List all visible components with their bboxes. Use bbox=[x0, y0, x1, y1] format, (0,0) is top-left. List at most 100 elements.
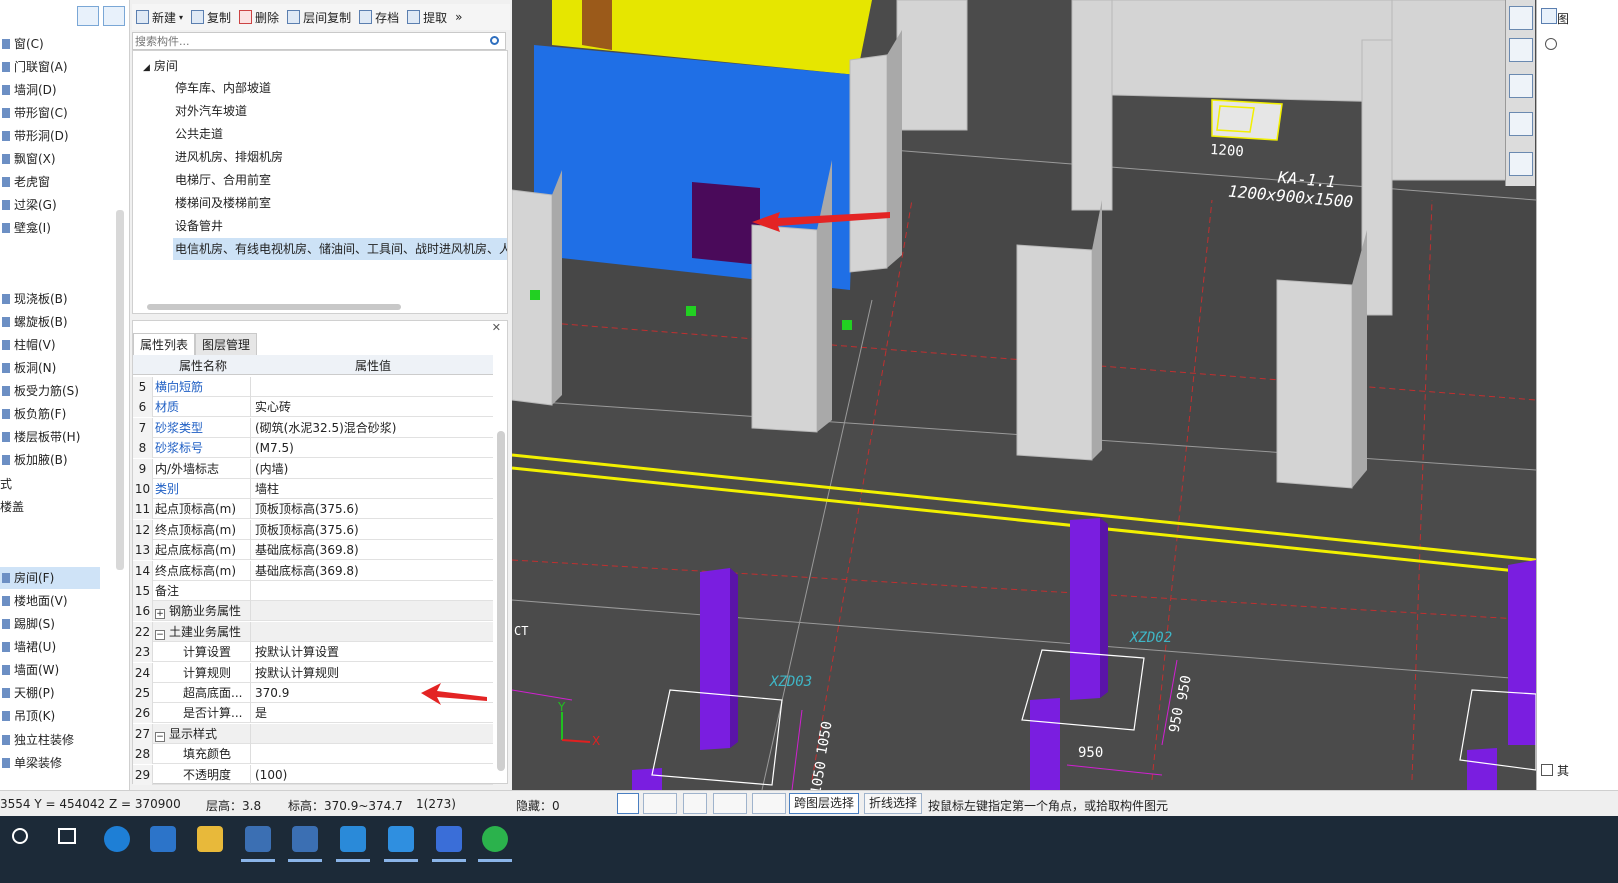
cortana-icon[interactable] bbox=[12, 828, 28, 844]
snap-dropdown[interactable] bbox=[643, 793, 677, 814]
property-row[interactable]: 14 终点底标高(m) 基础底标高(369.8) bbox=[133, 560, 493, 581]
wechat-icon[interactable] bbox=[482, 826, 508, 852]
new-button[interactable]: 新建 ▾ bbox=[136, 9, 183, 26]
collapse-triangle-icon[interactable]: ◢ bbox=[143, 63, 150, 73]
room-item[interactable]: 进风机房、排烟机房 bbox=[173, 146, 285, 168]
delete-button[interactable]: 删除 bbox=[239, 9, 279, 26]
property-row[interactable]: 22− 土建业务属性 bbox=[133, 621, 493, 642]
room-item[interactable]: 电梯厅、合用前室 bbox=[173, 169, 273, 191]
save-button[interactable]: 存档 bbox=[359, 9, 399, 26]
tree-item-door-window[interactable]: 门联窗(A) bbox=[0, 56, 100, 78]
room-root-node[interactable]: ◢ 房间 bbox=[143, 57, 178, 74]
tree-item-strip-window[interactable]: 带形窗(C) bbox=[0, 102, 100, 124]
tree-item-strip-hole[interactable]: 带形洞(D) bbox=[0, 125, 100, 147]
file-explorer-icon[interactable] bbox=[197, 826, 223, 852]
copy-button[interactable]: 复制 bbox=[191, 9, 231, 26]
tree-item-suspended-ceiling[interactable]: 吊顶(K) bbox=[0, 705, 100, 727]
ortho-toggle[interactable] bbox=[617, 793, 639, 814]
property-row[interactable]: 29 不透明度 (100) bbox=[133, 764, 493, 785]
property-row[interactable]: 13 起点底标高(m) 基础底标高(369.8) bbox=[133, 540, 493, 561]
tree-item-window[interactable]: 窗(C) bbox=[0, 33, 100, 55]
room-item[interactable]: 楼梯间及楼梯前室 bbox=[173, 192, 273, 214]
tree-item-ceiling[interactable]: 天棚(P) bbox=[0, 682, 100, 704]
checkbox[interactable] bbox=[1541, 764, 1553, 776]
edge-browser-icon[interactable] bbox=[104, 826, 130, 852]
tree-item-spiral-slab[interactable]: 螺旋板(B) bbox=[0, 311, 100, 333]
property-value[interactable]: (100) bbox=[255, 765, 491, 785]
task-view-icon[interactable] bbox=[58, 828, 76, 844]
room-item-selected[interactable]: 电信机房、有线电视机房、储油间、工具间、战时进风机房、人防 bbox=[173, 238, 507, 260]
property-row[interactable]: 23 计算设置 按默认计算设置 bbox=[133, 642, 493, 663]
tab-property-list[interactable]: 属性列表 bbox=[133, 333, 196, 356]
close-icon[interactable]: ✕ bbox=[492, 321, 501, 334]
property-row[interactable]: 27− 显示样式 bbox=[133, 723, 493, 744]
property-value[interactable]: (内墙) bbox=[255, 459, 491, 479]
property-row[interactable]: 24 计算规则 按默认计算规则 bbox=[133, 662, 493, 683]
room-item[interactable]: 对外汽车坡道 bbox=[173, 100, 249, 122]
room-item[interactable]: 公共走道 bbox=[173, 123, 225, 145]
property-value[interactable]: (砌筑(水泥32.5)混合砂浆) bbox=[255, 418, 491, 438]
tree-item-cast-slab[interactable]: 现浇板(B) bbox=[0, 288, 100, 310]
room-item[interactable]: 设备管井 bbox=[173, 215, 225, 237]
tree-item-room[interactable]: 房间(F) bbox=[0, 567, 100, 589]
more-button[interactable]: » bbox=[455, 10, 462, 24]
component-tree[interactable]: 窗(C) 门联窗(A) 墙洞(D) 带形窗(C) 带形洞(D) 飘窗(X) 老虎… bbox=[0, 0, 130, 818]
tree-item-floor-surface[interactable]: 楼地面(V) bbox=[0, 590, 100, 612]
view-3d-button[interactable] bbox=[1509, 38, 1533, 62]
radio-button[interactable] bbox=[1545, 38, 1557, 50]
property-row[interactable]: 8 砂浆标号 (M7.5) bbox=[133, 438, 493, 459]
tree-item-niche[interactable]: 壁龛(I) bbox=[0, 217, 100, 239]
property-row[interactable]: 16 + 钢筋业务属性 bbox=[133, 601, 493, 622]
tree-group-floor-cover[interactable]: 楼盖 bbox=[0, 496, 100, 518]
room-list-hscrollbar[interactable] bbox=[147, 304, 401, 310]
tree-item-slab-rebar[interactable]: 板受力筋(S) bbox=[0, 380, 100, 402]
property-row[interactable]: 5 横向短筋 bbox=[133, 377, 493, 397]
tree-item-wall-hole[interactable]: 墙洞(D) bbox=[0, 79, 100, 101]
tree-item-column-cap[interactable]: 柱帽(V) bbox=[0, 334, 100, 356]
tree-item-slab-neg-rebar[interactable]: 板负筋(F) bbox=[0, 403, 100, 425]
store-icon[interactable] bbox=[150, 826, 176, 852]
rotate-icon[interactable] bbox=[1509, 112, 1533, 136]
panel-icon[interactable] bbox=[1541, 8, 1557, 24]
property-value[interactable]: 按默认计算规则 bbox=[255, 663, 491, 683]
list-view-icon[interactable] bbox=[77, 6, 99, 26]
cad-app-icon[interactable] bbox=[245, 826, 271, 852]
property-row[interactable]: 28 填充颜色 bbox=[133, 744, 493, 765]
property-value[interactable]: 按默认计算设置 bbox=[255, 642, 491, 662]
tree-item-lintel[interactable]: 过梁(G) bbox=[0, 194, 100, 216]
property-value[interactable]: 实心砖 bbox=[255, 397, 491, 417]
layer-icon[interactable] bbox=[1509, 152, 1533, 176]
angle-dropdown[interactable] bbox=[713, 793, 747, 814]
view-cube-button[interactable] bbox=[1509, 74, 1533, 98]
collapse-icon[interactable]: − bbox=[155, 731, 165, 742]
tree-item-column-finish[interactable]: 独立柱装修 bbox=[0, 729, 100, 751]
wps-icon[interactable] bbox=[436, 826, 462, 852]
offset-dropdown[interactable] bbox=[752, 793, 786, 814]
tab-layer-manage[interactable]: 图层管理 bbox=[195, 333, 258, 356]
property-row[interactable]: 6 材质 实心砖 bbox=[133, 397, 493, 418]
table-view-icon[interactable] bbox=[103, 6, 125, 26]
property-row[interactable]: 9 内/外墙标志 (内墙) bbox=[133, 458, 493, 479]
view-2d-button[interactable] bbox=[1509, 6, 1533, 30]
property-row[interactable]: 7 砂浆类型 (砌筑(水泥32.5)混合砂浆) bbox=[133, 417, 493, 438]
extract-button[interactable]: 提取 bbox=[407, 9, 447, 26]
tree-item-slab-haunch[interactable]: 板加腋(B) bbox=[0, 449, 100, 471]
cross-layer-select-button[interactable]: 跨图层选择 bbox=[789, 793, 860, 814]
property-row[interactable]: 10 类别 墙柱 bbox=[133, 479, 493, 499]
tree-item-dormer[interactable]: 老虎窗 bbox=[0, 171, 100, 193]
property-value[interactable]: 基础底标高(369.8) bbox=[255, 540, 491, 560]
property-row[interactable]: 15 备注 bbox=[133, 581, 493, 601]
polyline-select-button[interactable]: 折线选择 bbox=[864, 793, 923, 814]
expand-icon[interactable]: + bbox=[155, 609, 165, 620]
room-item[interactable]: 停车库、内部坡道 bbox=[173, 77, 273, 99]
tree-item-skirting[interactable]: 踢脚(S) bbox=[0, 613, 100, 635]
tree-item-slab-band[interactable]: 楼层板带(H) bbox=[0, 426, 100, 448]
property-value[interactable]: 顶板顶标高(375.6) bbox=[255, 499, 491, 519]
tree-item-dado[interactable]: 墙裙(U) bbox=[0, 636, 100, 658]
search-input[interactable] bbox=[133, 33, 473, 49]
property-value[interactable]: 墙柱 bbox=[255, 479, 491, 499]
tree-item-wall-surface[interactable]: 墙面(W) bbox=[0, 659, 100, 681]
property-value[interactable]: 顶板顶标高(375.6) bbox=[255, 520, 491, 540]
property-value[interactable]: (M7.5) bbox=[255, 438, 491, 458]
text-app-icon[interactable] bbox=[388, 826, 414, 852]
